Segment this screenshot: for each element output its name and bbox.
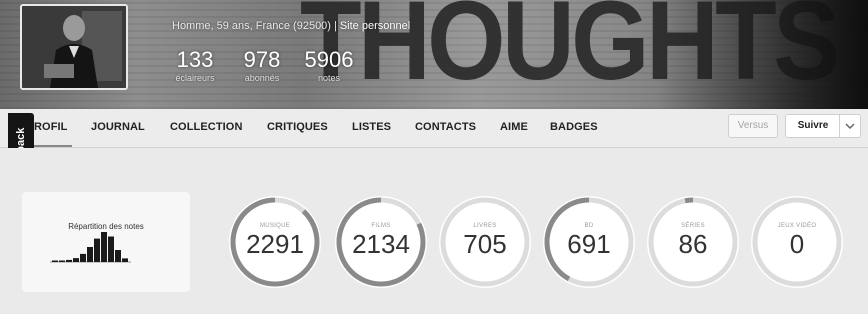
tab-profil[interactable]: ROFIL [34, 121, 68, 133]
stat-value: 978 [243, 47, 281, 72]
chevron-down-icon [845, 123, 855, 130]
info-separator: | [333, 20, 337, 32]
tab-listes[interactable]: LISTES [352, 121, 391, 133]
follow-dropdown-button[interactable] [839, 114, 861, 138]
rating-distribution-chart [50, 232, 131, 263]
category-count: 2291 [246, 229, 304, 259]
rating-distribution-card[interactable]: Répartition des notes [22, 192, 190, 292]
category-circle-musique[interactable]: MUSIQUE 2291 [226, 193, 324, 291]
stat-eclaireurs[interactable]: 133 éclaireurs [172, 47, 218, 84]
category-circle-films[interactable]: FILMS 2134 [332, 193, 430, 291]
profile-nav: ROFIL JOURNAL COLLECTION CRITIQUES LISTE… [0, 109, 868, 148]
stat-label: éclaireurs [175, 73, 215, 83]
versus-button[interactable]: Versus [728, 114, 778, 138]
distribution-bar [115, 250, 121, 262]
tab-contacts[interactable]: CONTACTS [415, 121, 476, 133]
tab-aime[interactable]: AIME [500, 121, 528, 133]
category-circle-jeux-vidéo[interactable]: JEUX VIDÉO 0 [748, 193, 846, 291]
distribution-bar [94, 238, 100, 262]
distribution-bar [108, 236, 114, 262]
avatar-photo [22, 6, 126, 88]
distribution-bar [122, 258, 128, 262]
tab-journal[interactable]: JOURNAL [91, 121, 145, 133]
user-info: Homme, 59 ans, France (92500) | Site perso… [172, 20, 410, 32]
category-count: 691 [567, 229, 611, 259]
distribution-bar [101, 232, 107, 262]
category-circle-bd[interactable]: BD 691 [540, 193, 638, 291]
tab-badges[interactable]: BADGES [550, 121, 598, 133]
category-count: 86 [678, 229, 708, 259]
distribution-bar [66, 259, 72, 262]
stat-label: notes [317, 73, 341, 83]
category-circle-séries[interactable]: SÉRIES 86 [644, 193, 742, 291]
stat-abonnes[interactable]: 978 abonnés [240, 47, 284, 84]
category-circle-livres[interactable]: LIVRES 705 [436, 193, 534, 291]
tab-collection[interactable]: COLLECTION [170, 121, 243, 133]
category-count: 705 [463, 229, 507, 259]
profile-banner: THOUGHTS Homme, 59 ans, France (92500) | S… [0, 0, 868, 109]
tab-critiques[interactable]: CRITIQUES [267, 121, 328, 133]
distribution-bar [73, 258, 79, 262]
category-count: 2134 [352, 229, 410, 259]
category-count: 0 [789, 229, 805, 259]
distribution-bar [80, 253, 86, 262]
follow-button[interactable]: Suivre [785, 114, 841, 138]
stat-value: 5906 [304, 47, 354, 72]
distribution-bar [87, 247, 93, 262]
stat-notes[interactable]: 5906 notes [302, 47, 356, 84]
distribution-bar [52, 260, 58, 262]
personal-site-link[interactable]: Site personnel [340, 20, 410, 32]
active-tab-indicator [30, 145, 72, 147]
distribution-bar [59, 260, 65, 262]
stat-label: abonnés [244, 73, 280, 83]
stat-value: 133 [176, 47, 214, 72]
avatar[interactable] [20, 4, 128, 90]
user-details: Homme, 59 ans, France (92500) [172, 20, 331, 32]
profile-page: THOUGHTS Homme, 59 ans, France (92500) | S… [0, 0, 868, 314]
